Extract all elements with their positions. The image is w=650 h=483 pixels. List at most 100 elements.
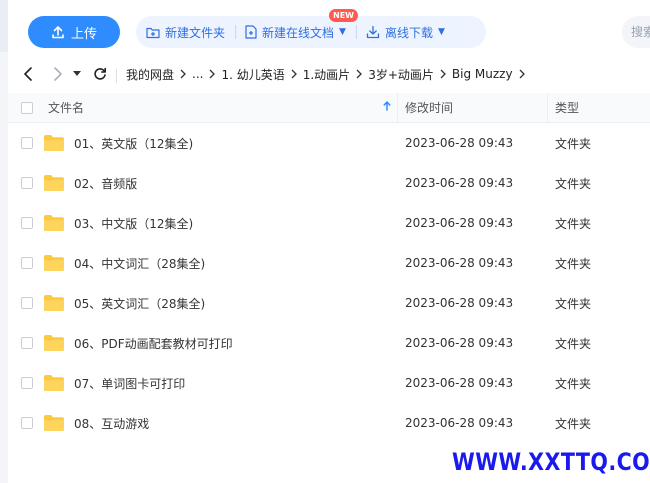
- row-checkbox[interactable]: [21, 337, 33, 349]
- back-arrow-icon[interactable]: [16, 62, 40, 86]
- name-cell: 07、单词图卡可打印: [8, 374, 397, 392]
- file-name[interactable]: 06、PDF动画配套教材可打印: [74, 335, 233, 352]
- row-checkbox[interactable]: [21, 257, 33, 269]
- row-checkbox[interactable]: [21, 417, 33, 429]
- row-checkbox[interactable]: [21, 377, 33, 389]
- folder-icon: [43, 214, 65, 232]
- table-row[interactable]: 05、英文词汇（28集全) 2023-06-28 09:43 文件夹: [8, 283, 650, 323]
- name-column-header[interactable]: 文件名: [8, 99, 397, 116]
- upload-icon: [51, 25, 65, 39]
- download-icon: [366, 25, 380, 39]
- chevron-right-icon: [356, 69, 363, 79]
- chevron-right-icon: [209, 69, 216, 79]
- file-name[interactable]: 03、中文版（12集全): [74, 215, 193, 232]
- offline-download-label: 离线下载: [384, 25, 433, 40]
- modified-time: 2023-06-28 09:43: [405, 296, 514, 310]
- name-cell: 05、英文词汇（28集全): [8, 294, 397, 312]
- refresh-icon[interactable]: [88, 62, 112, 86]
- row-checkbox[interactable]: [21, 217, 33, 229]
- file-type: 文件夹: [555, 136, 592, 151]
- file-type: 文件夹: [555, 256, 592, 271]
- file-type: 文件夹: [555, 216, 592, 231]
- file-type: 文件夹: [555, 376, 592, 391]
- folder-icon: [43, 294, 65, 312]
- upload-button[interactable]: 上传: [28, 16, 120, 48]
- table-row[interactable]: 08、互动游戏 2023-06-28 09:43 文件夹: [8, 403, 650, 443]
- chevron-down-icon: ▼: [339, 27, 346, 37]
- row-checkbox[interactable]: [21, 297, 33, 309]
- tool-group: 新建文件夹 新建在线文档 ▼ 离线下载 ▼ NEW: [136, 9, 486, 48]
- file-table: 文件名 修改时间 类型 01、英文版（12集全) 2023-06-28 09:43…: [8, 93, 650, 443]
- modified-time: 2023-06-28 09:43: [405, 176, 514, 190]
- watermark: WWW.XXTTQ.COM: [452, 448, 650, 476]
- folder-icon: [43, 414, 65, 432]
- sort-ascending-icon[interactable]: [383, 101, 391, 114]
- new-doc-icon: [245, 25, 257, 39]
- name-cell: 04、中文词汇（28集全): [8, 254, 397, 272]
- breadcrumb-ellipsis[interactable]: ...: [192, 67, 203, 81]
- folder-icon: [43, 374, 65, 392]
- folder-icon: [43, 174, 65, 192]
- file-name[interactable]: 07、单词图卡可打印: [74, 375, 185, 392]
- file-name[interactable]: 02、音频版: [74, 175, 137, 192]
- modified-time: 2023-06-28 09:43: [405, 416, 514, 430]
- left-panel-edge: [0, 0, 8, 483]
- breadcrumb-item[interactable]: 我的网盘: [126, 66, 174, 83]
- file-name[interactable]: 01、英文版（12集全): [74, 135, 193, 152]
- folder-icon: [43, 334, 65, 352]
- chevron-right-icon: [519, 69, 525, 79]
- new-folder-button[interactable]: 新建文件夹: [136, 16, 235, 48]
- table-row[interactable]: 03、中文版（12集全) 2023-06-28 09:43 文件夹: [8, 203, 650, 243]
- table-header: 文件名 修改时间 类型: [8, 93, 650, 123]
- table-row[interactable]: 04、中文词汇（28集全) 2023-06-28 09:43 文件夹: [8, 243, 650, 283]
- toolbar: 上传 新建文件夹 新建在线文档 ▼ 离线下载 ▼ NEW 搜索: [8, 0, 650, 62]
- table-row[interactable]: 06、PDF动画配套教材可打印 2023-06-28 09:43 文件夹: [8, 323, 650, 363]
- file-type: 文件夹: [555, 176, 592, 191]
- modified-time: 2023-06-28 09:43: [405, 216, 514, 230]
- offline-download-button[interactable]: 离线下载 ▼: [355, 16, 455, 48]
- type-column-header[interactable]: 类型: [547, 93, 650, 123]
- folder-icon: [43, 134, 65, 152]
- file-name[interactable]: 08、互动游戏: [74, 415, 149, 432]
- search-input[interactable]: 搜索: [622, 16, 650, 48]
- breadcrumb-current[interactable]: Big Muzzy: [452, 67, 513, 81]
- chevron-right-icon: [440, 69, 446, 79]
- modified-time: 2023-06-28 09:43: [405, 376, 514, 390]
- breadcrumb-item[interactable]: 3岁+动画片: [368, 66, 434, 83]
- modified-time: 2023-06-28 09:43: [405, 136, 514, 150]
- upload-label: 上传: [70, 26, 97, 42]
- name-cell: 06、PDF动画配套教材可打印: [8, 334, 397, 352]
- new-folder-label: 新建文件夹: [165, 25, 226, 40]
- modified-column-header[interactable]: 修改时间: [397, 93, 547, 123]
- navigation-bar: 我的网盘 ... 1. 幼儿英语 1.动画片 3岁+动画片 Big Muzzy: [8, 62, 650, 86]
- new-badge: NEW: [329, 9, 358, 22]
- table-row[interactable]: 07、单词图卡可打印 2023-06-28 09:43 文件夹: [8, 363, 650, 403]
- modified-time: 2023-06-28 09:43: [405, 256, 514, 270]
- table-body: 01、英文版（12集全) 2023-06-28 09:43 文件夹 02、音频版 202…: [8, 123, 650, 443]
- new-online-doc-label: 新建在线文档: [262, 25, 335, 40]
- breadcrumb-item[interactable]: 1.动画片: [303, 66, 350, 83]
- table-row[interactable]: 01、英文版（12集全) 2023-06-28 09:43 文件夹: [8, 123, 650, 163]
- file-type: 文件夹: [555, 296, 592, 311]
- forward-arrow-icon[interactable]: [46, 62, 70, 86]
- file-name[interactable]: 05、英文词汇（28集全): [74, 295, 205, 312]
- modified-time: 2023-06-28 09:43: [405, 336, 514, 350]
- table-row[interactable]: 02、音频版 2023-06-28 09:43 文件夹: [8, 163, 650, 203]
- name-cell: 02、音频版: [8, 174, 397, 192]
- select-all-checkbox[interactable]: [21, 101, 33, 114]
- name-cell: 08、互动游戏: [8, 414, 397, 432]
- file-name[interactable]: 04、中文词汇（28集全): [74, 255, 205, 272]
- chevron-down-icon: ▼: [437, 27, 445, 37]
- row-checkbox[interactable]: [21, 137, 33, 149]
- new-folder-icon: [146, 26, 160, 39]
- folder-icon: [43, 254, 65, 272]
- breadcrumb-item[interactable]: 1. 幼儿英语: [221, 66, 284, 83]
- name-cell: 03、中文版（12集全): [8, 214, 397, 232]
- chevron-right-icon: [180, 69, 186, 79]
- file-type: 文件夹: [555, 336, 592, 351]
- breadcrumb: 我的网盘 ... 1. 幼儿英语 1.动画片 3岁+动画片 Big Muzzy: [116, 66, 531, 83]
- file-type: 文件夹: [555, 416, 592, 431]
- history-dropdown-icon[interactable]: [70, 62, 84, 86]
- name-cell: 01、英文版（12集全): [8, 134, 397, 152]
- row-checkbox[interactable]: [21, 177, 33, 189]
